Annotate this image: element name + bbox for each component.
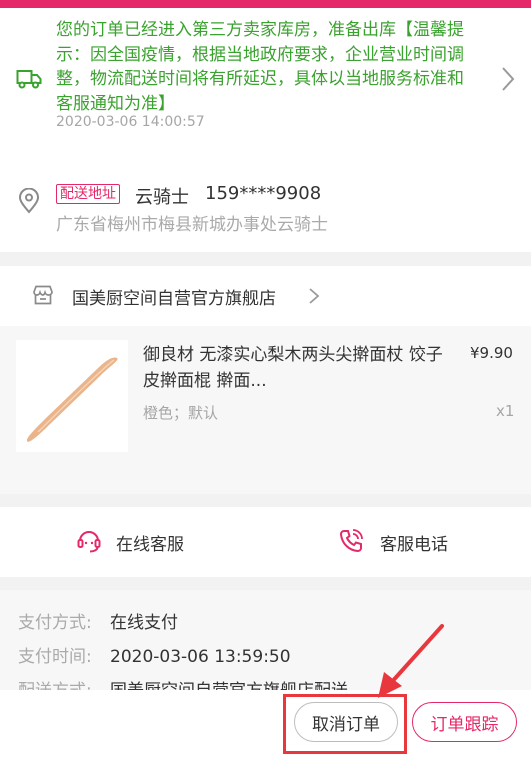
service-phone-button[interactable]: 客服电话 — [380, 530, 448, 555]
payment-time-label: 支付时间: — [18, 647, 92, 667]
cancel-order-button[interactable]: 取消订单 — [294, 702, 398, 742]
delivery-address: 配送地址 云骑士 159****9908 广东省梅州市梅县新城办事处云骑士 — [0, 148, 531, 252]
payment-method-value: 在线支付 — [110, 613, 178, 633]
payment-method-label: 支付方式: — [18, 613, 92, 633]
product-price: ¥9.90 — [470, 344, 513, 362]
top-accent-strip — [0, 0, 531, 8]
phone-icon[interactable] — [338, 528, 364, 554]
payment-method-row: 支付方式: 在线支付 — [18, 608, 178, 633]
product-spec: 橙色；默认 — [143, 404, 219, 422]
logistics-message: 您的订单已经进入第三方卖家库房，准备出库【温馨提示：因全国疫情，根据当地政府要求… — [56, 20, 464, 114]
payment-time-row: 支付时间: 2020-03-06 13:59:50 — [18, 642, 291, 667]
online-service-button[interactable]: 在线客服 — [116, 530, 184, 555]
customer-service-icon[interactable] — [76, 528, 102, 554]
chevron-right-icon — [502, 67, 515, 91]
address-detail: 广东省梅州市梅县新城办事处云骑士 — [56, 215, 328, 235]
logistics-status[interactable]: 您的订单已经进入第三方卖家库房，准备出库【温馨提示：因全国疫情，根据当地政府要求… — [0, 8, 531, 156]
chevron-right-icon — [309, 288, 320, 304]
location-pin-icon — [18, 188, 40, 214]
payment-time-value: 2020-03-06 13:59:50 — [110, 647, 291, 667]
product-image[interactable] — [16, 340, 128, 452]
address-tag: 配送地址 — [56, 184, 120, 204]
store-icon — [33, 285, 53, 305]
logistics-time: 2020-03-06 14:00:57 — [56, 114, 205, 130]
product-title[interactable]: 御良材 无漆实心梨木两头尖擀面杖 饺子皮擀面棍 擀面... — [143, 342, 443, 394]
track-order-button[interactable]: 订单跟踪 — [412, 702, 517, 742]
rolling-pin-image — [26, 357, 118, 442]
store-header[interactable]: 国美厨空间自营官方旗舰店 — [0, 266, 531, 326]
store-name: 国美厨空间自营官方旗舰店 — [72, 289, 276, 309]
recipient-phone: 159****9908 — [205, 183, 322, 204]
product-item[interactable]: 御良材 无漆实心梨木两头尖擀面杖 饺子皮擀面棍 擀面... ¥9.90 橙色；默… — [0, 326, 531, 494]
truck-icon — [16, 70, 42, 89]
product-qty: x1 — [496, 402, 515, 420]
bottom-action-bar: 取消订单 订单跟踪 — [0, 690, 531, 760]
customer-service-bar: 在线客服 客服电话 — [0, 507, 531, 577]
recipient-name: 云骑士 — [135, 187, 189, 208]
